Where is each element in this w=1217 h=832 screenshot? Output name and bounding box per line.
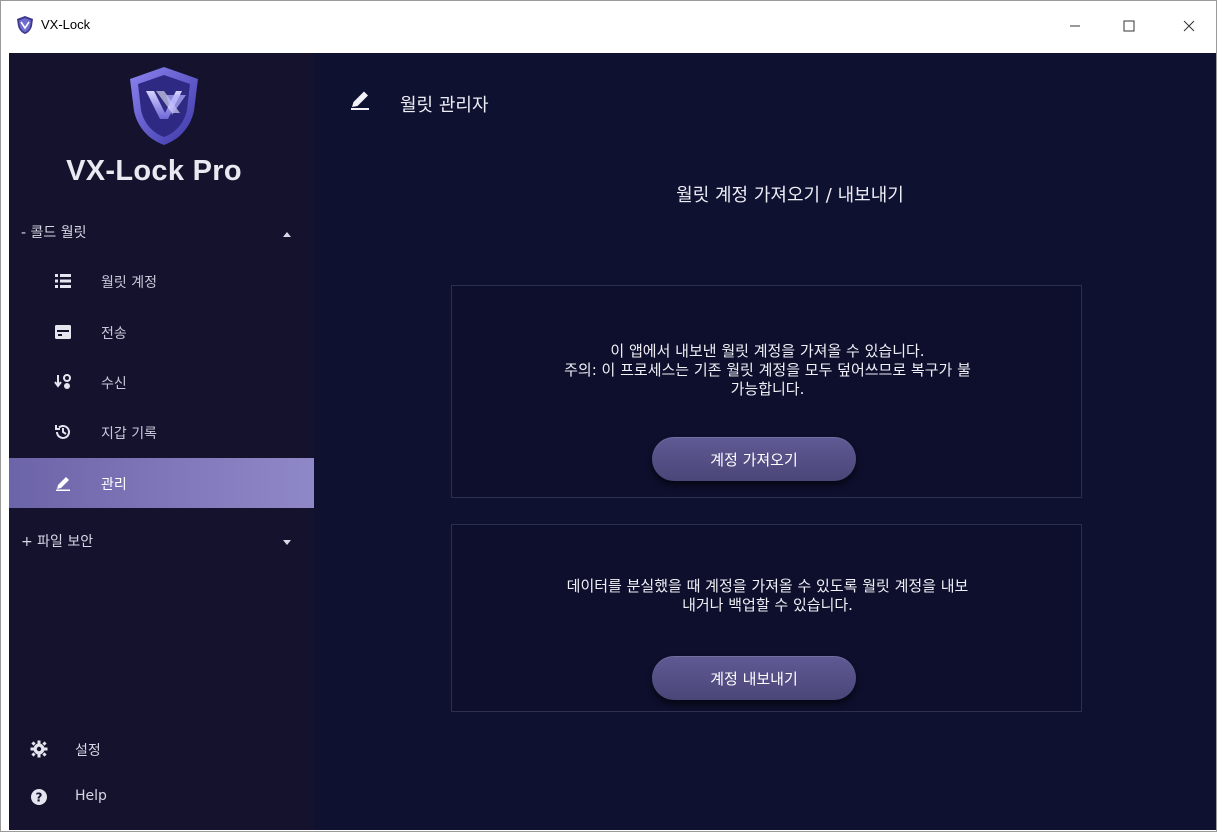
- group-cold-wallet-label: - 콜드 월릿: [21, 225, 87, 241]
- window-title: VX-Lock: [41, 17, 91, 32]
- pen-icon: [349, 89, 371, 111]
- sidebar-item-label: 전송: [101, 326, 127, 342]
- app-window: VX-Lock VX-Lock Pro - 콜드 월릿 월릿 계정 전송 수신 …: [0, 0, 1217, 832]
- export-text-line: 내거나 백업할 수 있습니다.: [682, 596, 853, 614]
- export-accounts-button[interactable]: 계정 내보내기: [652, 656, 856, 700]
- import-description: 이 앱에서 내보낸 월릿 계정을 가져올 수 있습니다. 주의: 이 프로세스는…: [472, 342, 1063, 399]
- sidebar-item-label: 관리: [101, 477, 127, 493]
- vx-lock-logo-icon: [126, 65, 202, 147]
- sidebar-item-label: 지갑 기록: [101, 426, 157, 442]
- sidebar-item-label: 월릿 계정: [101, 275, 157, 291]
- receive-icon: [53, 372, 73, 392]
- brand-name: VX-Lock Pro: [66, 155, 242, 187]
- close-icon: [1183, 20, 1195, 32]
- export-text-line: 데이터를 분실했을 때 계정을 가져올 수 있도록 월릿 계정을 내보: [566, 577, 969, 595]
- maximize-button[interactable]: [1101, 1, 1157, 51]
- sidebar-item-manage[interactable]: 관리: [9, 458, 314, 508]
- gear-icon: [29, 739, 49, 759]
- sidebar-item-label: Help: [75, 788, 107, 804]
- group-file-security[interactable]: + 파일 보안: [21, 529, 301, 553]
- maximize-icon: [1123, 20, 1135, 32]
- list-icon: [53, 271, 73, 291]
- history-icon: [53, 422, 73, 442]
- title-bar[interactable]: VX-Lock: [1, 1, 1216, 51]
- group-file-security-label: + 파일 보안: [21, 534, 94, 550]
- caret-down-icon: [283, 534, 291, 550]
- svg-text:?: ?: [36, 791, 43, 805]
- sidebar-item-label: 설정: [75, 743, 101, 759]
- export-card: 데이터를 분실했을 때 계정을 가져올 수 있도록 월릿 계정을 내보 내거나 …: [451, 524, 1082, 712]
- sidebar-item-settings[interactable]: 설정: [9, 731, 309, 767]
- import-card: 이 앱에서 내보낸 월릿 계정을 가져올 수 있습니다. 주의: 이 프로세스는…: [451, 285, 1082, 498]
- sidebar-item-send[interactable]: 전송: [9, 309, 314, 355]
- group-cold-wallet[interactable]: - 콜드 월릿: [21, 220, 291, 244]
- sidebar-item-receive[interactable]: 수신: [9, 359, 314, 405]
- pen-icon: [53, 473, 73, 493]
- sidebar-item-help[interactable]: ? Help: [9, 779, 309, 815]
- caret-up-icon: [283, 225, 291, 241]
- page-title: 월릿 관리자: [400, 95, 489, 116]
- import-accounts-button[interactable]: 계정 가져오기: [652, 437, 856, 481]
- sidebar-item-label: 수신: [101, 376, 127, 392]
- import-text-line: 주의: 이 프로세스는 기존 월릿 계정을 모두 덮어쓰므로 복구가 불: [564, 361, 971, 379]
- sidebar: VX-Lock Pro - 콜드 월릿 월릿 계정 전송 수신 지갑 기록 관리…: [9, 53, 314, 830]
- import-text-line: 가능합니다.: [730, 380, 805, 398]
- section-title: 월릿 계정 가져오기 / 내보내기: [676, 185, 904, 206]
- sidebar-item-wallet-accounts[interactable]: 월릿 계정: [9, 258, 314, 304]
- minimize-button[interactable]: [1047, 1, 1103, 51]
- send-icon: [53, 322, 73, 342]
- sidebar-item-history[interactable]: 지갑 기록: [9, 409, 314, 455]
- main-panel: 월릿 관리자 월릿 계정 가져오기 / 내보내기 이 앱에서 내보낸 월릿 계정…: [314, 53, 1216, 830]
- export-description: 데이터를 분실했을 때 계정을 가져올 수 있도록 월릿 계정을 내보 내거나 …: [472, 577, 1063, 615]
- close-button[interactable]: [1161, 1, 1217, 51]
- import-text-line: 이 앱에서 내보낸 월릿 계정을 가져올 수 있습니다.: [610, 342, 925, 360]
- minimize-icon: [1070, 25, 1080, 27]
- shield-logo-icon: [15, 15, 35, 35]
- help-icon: ?: [29, 787, 49, 807]
